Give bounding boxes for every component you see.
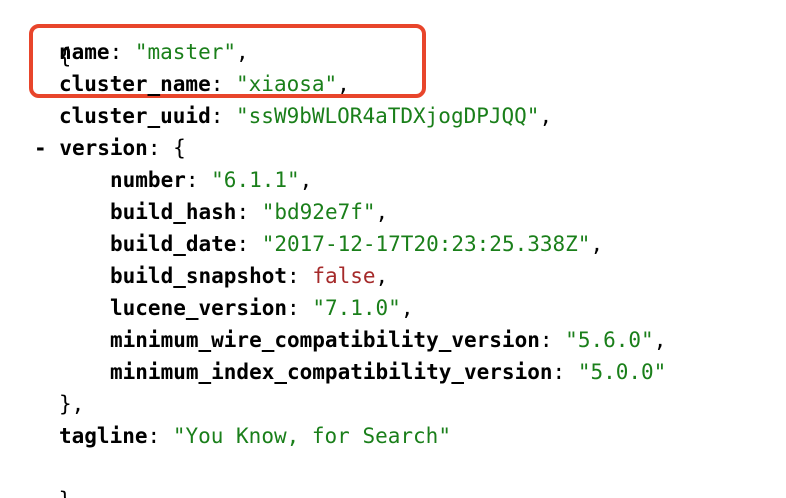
- version-open-brace: {: [173, 136, 186, 160]
- value-cluster-name: "xiaosa": [236, 72, 338, 96]
- key-build-snapshot: build_snapshot: [110, 264, 288, 288]
- json-line-build-date: build_date: "2017-12-17T20:23:25.338Z",: [110, 232, 604, 256]
- json-line-build-hash: build_hash: "bd92e7f",: [110, 200, 389, 224]
- key-build-hash: build_hash: [110, 200, 237, 224]
- json-line-name: name: "master",: [59, 40, 249, 64]
- json-line-version-close: },: [59, 388, 84, 420]
- key-min-wire-version: minimum_wire_compatibility_version: [110, 328, 540, 352]
- json-line-build-snapshot: build_snapshot: false,: [110, 264, 389, 288]
- value-cluster-uuid: "ssW9bWLOR4aTDXjogDPJQQ": [236, 104, 540, 128]
- json-viewer: { name: "master", cluster_name: "xiaosa"…: [0, 0, 786, 498]
- key-version: version: [59, 136, 148, 160]
- json-close-brace-line: }: [8, 452, 72, 498]
- json-line-min-wire-version: minimum_wire_compatibility_version: "5.6…: [110, 328, 667, 352]
- json-line-tagline: tagline: "You Know, for Search": [59, 424, 451, 448]
- value-build-hash: "bd92e7f": [261, 200, 376, 224]
- key-number: number: [110, 168, 186, 192]
- value-lucene-version: "7.1.0": [312, 296, 401, 320]
- json-line-cluster-uuid: cluster_uuid: "ssW9bWLOR4aTDXjogDPJQQ",: [59, 104, 553, 128]
- value-name: "master": [134, 40, 237, 64]
- key-cluster-uuid: cluster_uuid: [59, 104, 211, 128]
- json-line-number: number: "6.1.1",: [110, 168, 313, 192]
- key-build-date: build_date: [110, 232, 237, 256]
- json-line-cluster-name: cluster_name: "xiaosa",: [59, 72, 350, 96]
- value-min-wire-version: "5.6.0": [565, 328, 654, 352]
- value-build-date: "2017-12-17T20:23:25.338Z": [261, 232, 591, 256]
- key-lucene-version: lucene_version: [110, 296, 288, 320]
- json-line-min-index-version: minimum_index_compatibility_version: "5.…: [110, 360, 667, 384]
- value-number: "6.1.1": [211, 168, 300, 192]
- key-name: name: [59, 40, 110, 64]
- value-build-snapshot: false: [312, 264, 376, 288]
- value-min-index-version: "5.0.0": [577, 360, 667, 384]
- value-tagline: "You Know, for Search": [172, 424, 451, 448]
- json-line-version: - version: {: [34, 136, 186, 160]
- version-close-brace: },: [59, 392, 85, 416]
- collapse-toggle-version[interactable]: -: [34, 136, 47, 160]
- key-cluster-name: cluster_name: [59, 72, 211, 96]
- key-tagline: tagline: [59, 424, 148, 448]
- key-min-index-version: minimum_index_compatibility_version: [110, 360, 553, 384]
- json-line-lucene-version: lucene_version: "7.1.0",: [110, 296, 414, 320]
- close-brace: }: [59, 488, 72, 498]
